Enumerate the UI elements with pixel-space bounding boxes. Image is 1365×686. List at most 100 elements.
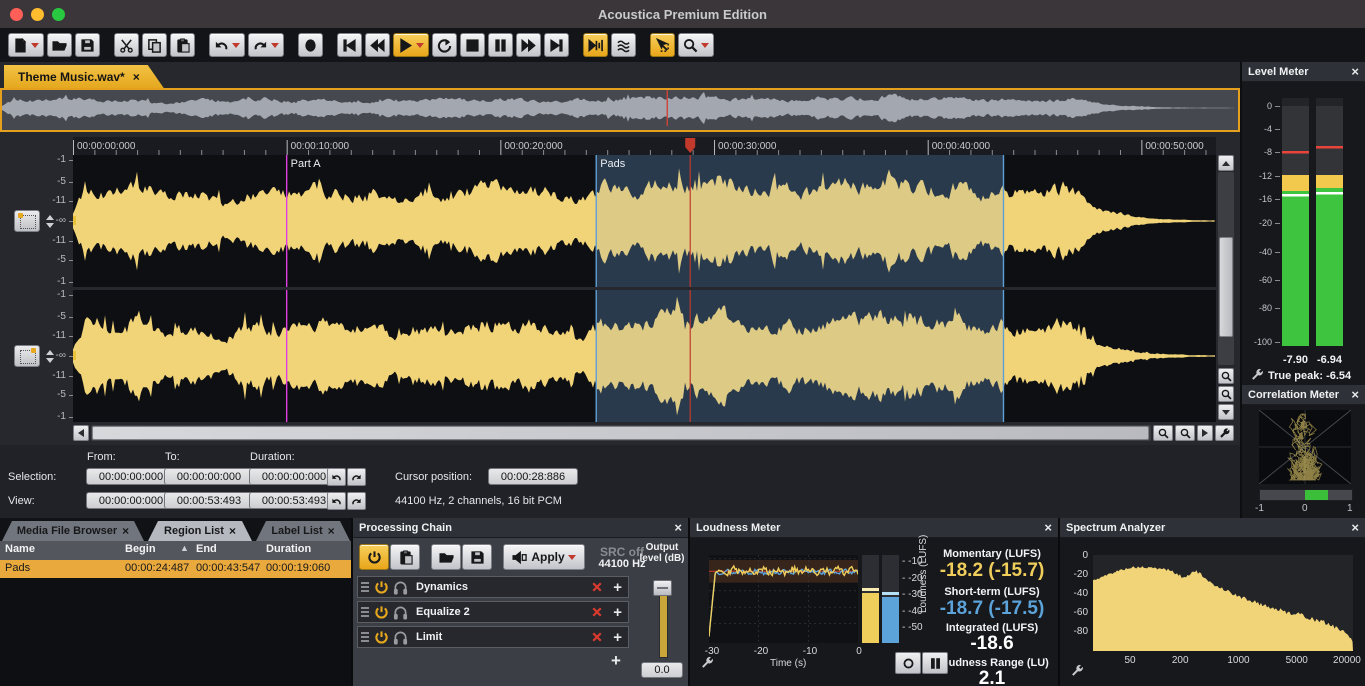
loudness-pause-button[interactable] xyxy=(922,652,948,674)
selection-duration-field[interactable]: 00:00:00:000 xyxy=(249,468,339,485)
go-to-end-button[interactable] xyxy=(544,33,569,57)
loudness-reset-button[interactable] xyxy=(895,652,921,674)
vertical-zoom-out-button[interactable] xyxy=(1218,386,1234,402)
overview-waveform[interactable] xyxy=(0,88,1240,132)
fast-forward-button[interactable] xyxy=(516,33,541,57)
horizontal-scrollbar[interactable] xyxy=(91,425,1151,441)
selection-to-field[interactable]: 00:00:00:000 xyxy=(164,468,254,485)
waveform-channel-2[interactable] xyxy=(73,290,1216,422)
channel-2-spinner[interactable] xyxy=(44,345,56,367)
remove-effect-icon[interactable] xyxy=(591,581,603,593)
play-button[interactable] xyxy=(393,33,429,57)
follow-playback-button[interactable] xyxy=(583,33,608,57)
channel-1-spinner[interactable] xyxy=(44,210,56,232)
add-effect-icon[interactable]: + xyxy=(613,604,622,621)
effect-row-dynamics[interactable]: Dynamics + xyxy=(357,576,629,598)
new-file-button[interactable] xyxy=(8,33,44,57)
chain-load-button[interactable] xyxy=(431,544,461,570)
cursor-position-field[interactable]: 00:00:28:886 xyxy=(488,468,578,485)
column-header[interactable]: Name xyxy=(5,543,35,555)
tab-close-icon[interactable]: × xyxy=(328,524,335,538)
horizontal-scrollbar-thumb[interactable] xyxy=(92,426,1149,440)
loop-playback-button[interactable] xyxy=(432,33,457,57)
chain-power-button[interactable] xyxy=(359,544,389,570)
chain-paste-button[interactable] xyxy=(390,544,420,570)
apply-button[interactable]: Apply xyxy=(503,544,585,570)
chain-save-button[interactable] xyxy=(462,544,492,570)
processing-chain-close-icon[interactable]: × xyxy=(674,521,682,534)
power-icon[interactable] xyxy=(374,580,389,595)
remove-effect-icon[interactable] xyxy=(591,631,603,643)
record-button[interactable] xyxy=(298,33,323,57)
vertical-scrollbar[interactable] xyxy=(1218,172,1234,365)
spectrum-settings-icon[interactable] xyxy=(1070,664,1084,678)
column-header[interactable]: Duration xyxy=(266,543,311,555)
horizontal-zoom-in-button[interactable] xyxy=(1153,425,1173,441)
copy-button[interactable] xyxy=(142,33,167,57)
document-tab-close-icon[interactable]: × xyxy=(133,70,140,84)
rewind-button[interactable] xyxy=(365,33,390,57)
effect-row-limit[interactable]: Limit + xyxy=(357,626,629,648)
selection-undo-button[interactable] xyxy=(327,468,346,486)
effect-row-equalize[interactable]: Equalize 2 + xyxy=(357,601,629,623)
drag-handle-icon[interactable] xyxy=(361,607,369,617)
scroll-left-button[interactable] xyxy=(73,425,89,441)
output-level-value-field[interactable]: 0.0 xyxy=(641,662,683,678)
view-redo-button[interactable] xyxy=(347,492,366,510)
spectrum-analyzer-close-icon[interactable]: × xyxy=(1351,521,1359,534)
selection-tool-button[interactable] xyxy=(650,33,675,57)
region-table-header[interactable]: Name Begin ▲ End Duration xyxy=(0,541,351,560)
headphones-icon[interactable] xyxy=(393,580,408,595)
column-header[interactable]: End xyxy=(196,543,217,555)
tab-close-icon[interactable]: × xyxy=(122,524,129,538)
scroll-down-button[interactable] xyxy=(1218,404,1234,420)
tab-label-list[interactable]: Label List× xyxy=(256,521,350,541)
drag-handle-icon[interactable] xyxy=(361,582,369,592)
scroll-right-button[interactable] xyxy=(1197,425,1213,441)
view-from-field[interactable]: 00:00:00:000 xyxy=(86,492,176,509)
add-effect-icon[interactable]: + xyxy=(613,579,622,596)
zoom-tool-button[interactable] xyxy=(678,33,714,57)
horizontal-zoom-out-button[interactable] xyxy=(1175,425,1195,441)
vertical-zoom-in-button[interactable] xyxy=(1218,368,1234,384)
paste-button[interactable] xyxy=(170,33,195,57)
level-meter-close-icon[interactable]: × xyxy=(1351,65,1359,78)
column-header[interactable]: Begin xyxy=(125,543,156,555)
stop-button[interactable] xyxy=(460,33,485,57)
scroll-up-button[interactable] xyxy=(1218,155,1234,171)
loudness-meter-close-icon[interactable]: × xyxy=(1044,521,1052,534)
correlation-meter-close-icon[interactable]: × xyxy=(1351,388,1359,401)
drag-handle-icon[interactable] xyxy=(361,632,369,642)
table-row[interactable]: Pads 00:00:24:487 00:00:43:547 00:00:19:… xyxy=(0,560,351,578)
tab-close-icon[interactable]: × xyxy=(229,524,236,538)
channel-2-select-button[interactable] xyxy=(14,345,40,367)
time-ruler[interactable]: 00:00:00:00000:00:10:00000:00:20:00000:0… xyxy=(73,137,1216,155)
level-meter-settings-icon[interactable] xyxy=(1250,368,1264,382)
tab-region-list[interactable]: Region List× xyxy=(148,521,252,541)
open-file-button[interactable] xyxy=(47,33,72,57)
undo-button[interactable] xyxy=(209,33,245,57)
power-icon[interactable] xyxy=(374,605,389,620)
cut-button[interactable] xyxy=(114,33,139,57)
selection-from-field[interactable]: 00:00:00:000 xyxy=(86,468,176,485)
headphones-icon[interactable] xyxy=(393,630,408,645)
add-effect-icon[interactable]: + xyxy=(611,651,621,671)
vertical-scrollbar-thumb[interactable] xyxy=(1219,237,1233,337)
remove-effect-icon[interactable] xyxy=(591,606,603,618)
tab-media-file-browser[interactable]: Media File Browser× xyxy=(2,521,144,541)
view-duration-field[interactable]: 00:00:53:493 xyxy=(249,492,339,509)
channel-1-select-button[interactable] xyxy=(14,210,40,232)
output-level-slider-handle[interactable] xyxy=(653,580,672,596)
view-to-field[interactable]: 00:00:53:493 xyxy=(164,492,254,509)
document-tab[interactable]: Theme Music.wav* × xyxy=(4,65,164,88)
save-file-button[interactable] xyxy=(75,33,100,57)
view-undo-button[interactable] xyxy=(327,492,346,510)
waveform-channel-1[interactable]: Part APads xyxy=(73,155,1216,287)
headphones-icon[interactable] xyxy=(393,605,408,620)
loudness-settings-icon[interactable] xyxy=(700,656,714,670)
editor-settings-button[interactable] xyxy=(1215,425,1234,441)
add-effect-icon[interactable]: + xyxy=(613,629,622,646)
selection-redo-button[interactable] xyxy=(347,468,366,486)
redo-button[interactable] xyxy=(248,33,284,57)
go-to-start-button[interactable] xyxy=(337,33,362,57)
